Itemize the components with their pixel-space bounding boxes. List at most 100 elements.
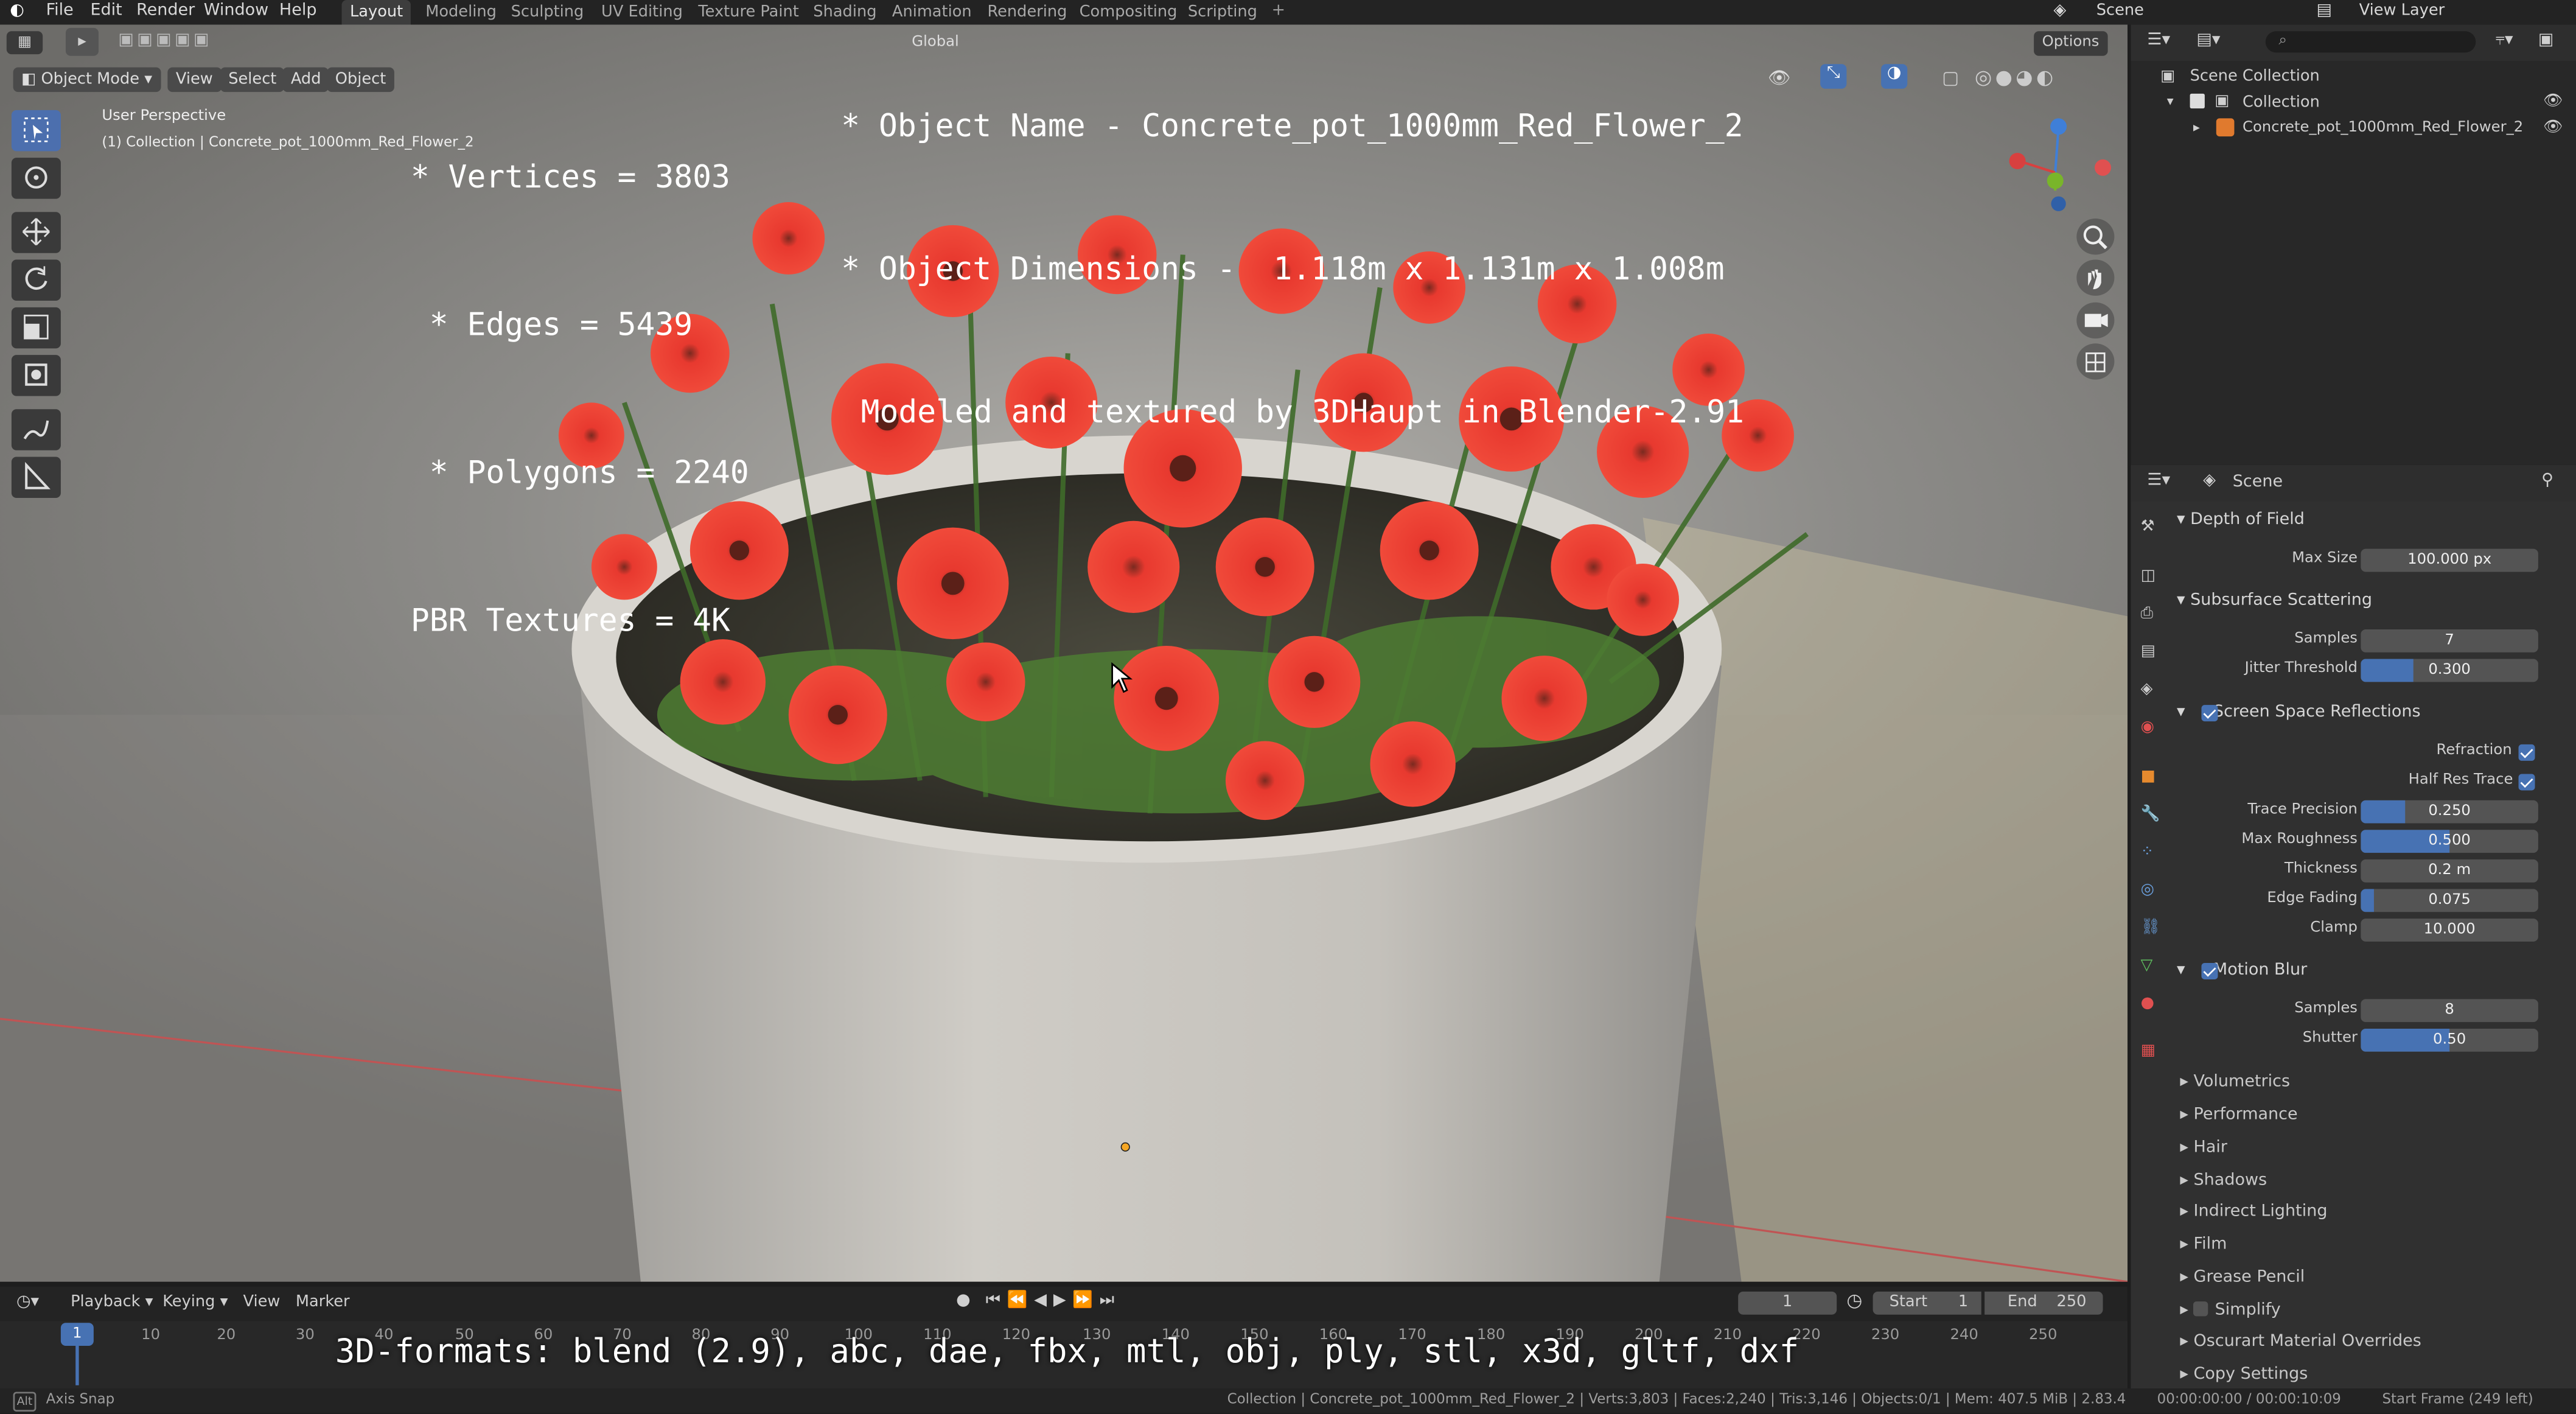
timeline-editor-icon[interactable]: ◷▾ bbox=[16, 1293, 39, 1312]
grease-pencil-panel[interactable]: ▸ Grease Pencil bbox=[2180, 1265, 2305, 1292]
refraction-checkbox[interactable] bbox=[2518, 744, 2535, 761]
3d-viewport[interactable]: ▦ ▸ ▣▣▣▣▣ Global Options ◧ Object Mode ▾… bbox=[0, 24, 2128, 1282]
shading-mode-icons[interactable]: ◎●◕◐ bbox=[1975, 66, 2057, 89]
tab-uv-editing[interactable]: UV Editing bbox=[593, 0, 691, 24]
max-roughness-slider[interactable]: 0.500 bbox=[2361, 830, 2538, 853]
preview-range-icon[interactable]: ◷ bbox=[1846, 1290, 1862, 1311]
half-res-trace-checkbox[interactable] bbox=[2518, 774, 2535, 791]
simplify-checkbox[interactable] bbox=[2193, 1301, 2208, 1317]
modifier-tab-icon[interactable]: 🔧 bbox=[2141, 805, 2167, 831]
grid-view-icon[interactable] bbox=[2076, 343, 2115, 380]
film-panel[interactable]: ▸ Film bbox=[2180, 1233, 2227, 1259]
playhead-line[interactable] bbox=[75, 1345, 79, 1385]
mode-dropdown[interactable]: ◧ Object Mode ▾ bbox=[13, 67, 161, 93]
physics-tab-icon[interactable]: ◎ bbox=[2141, 881, 2167, 907]
max-size-field[interactable]: 100.000 px bbox=[2361, 548, 2538, 572]
playhead-frame-indicator[interactable]: 1 bbox=[60, 1323, 94, 1346]
pin-icon[interactable]: ⚲ bbox=[2541, 472, 2553, 490]
tool-move[interactable] bbox=[11, 212, 61, 253]
options-button[interactable]: Options bbox=[2034, 31, 2107, 56]
tab-compositing[interactable]: Compositing bbox=[1071, 0, 1185, 24]
new-collection-icon[interactable]: ▣ bbox=[2538, 31, 2554, 49]
particles-tab-icon[interactable]: ⁘ bbox=[2141, 843, 2167, 869]
pan-hand-icon[interactable] bbox=[2076, 259, 2115, 296]
scene-tab-icon[interactable]: ◈ bbox=[2141, 681, 2167, 707]
select-menu[interactable]: Select bbox=[220, 67, 285, 93]
start-frame-field[interactable]: Start 1 bbox=[1873, 1291, 1981, 1315]
tab-modeling[interactable]: Modeling bbox=[417, 0, 505, 24]
keying-menu[interactable]: Keying ▾ bbox=[162, 1293, 228, 1312]
current-frame-field[interactable]: 1 bbox=[1738, 1291, 1837, 1315]
tab-shading[interactable]: Shading bbox=[805, 0, 885, 24]
scene-icon[interactable]: ◈ bbox=[2054, 0, 2067, 23]
shutter-slider[interactable]: 0.50 bbox=[2361, 1028, 2538, 1052]
performance-panel[interactable]: ▸ Performance bbox=[2180, 1102, 2297, 1129]
tool-scale[interactable] bbox=[11, 307, 61, 349]
tool-select-box[interactable] bbox=[11, 110, 61, 152]
sss-panel-header[interactable]: ▾ Subsurface Scattering bbox=[2177, 588, 2372, 614]
add-menu[interactable]: Add bbox=[282, 67, 330, 93]
editor-type-icon[interactable]: ▦ bbox=[6, 31, 43, 55]
volumetrics-panel[interactable]: ▸ Volumetrics bbox=[2180, 1069, 2290, 1096]
view-layer-icon[interactable]: ▤ bbox=[2316, 0, 2332, 23]
xray-icon[interactable]: ▢ bbox=[1942, 68, 1959, 89]
menu-edit[interactable]: Edit bbox=[90, 0, 122, 23]
sss-samples-field[interactable]: 7 bbox=[2361, 629, 2538, 653]
menu-window[interactable]: Window bbox=[204, 0, 268, 23]
tab-animation[interactable]: Animation bbox=[884, 0, 980, 24]
menu-file[interactable]: File bbox=[46, 0, 74, 23]
simplify-panel[interactable]: ▸ Simplify bbox=[2180, 1298, 2281, 1325]
data-tab-icon[interactable]: ▽ bbox=[2141, 956, 2167, 982]
record-icon[interactable]: ● bbox=[956, 1292, 971, 1310]
object-menu[interactable]: Object bbox=[327, 67, 394, 93]
tool-transform[interactable] bbox=[11, 355, 61, 396]
constraints-tab-icon[interactable]: ⛓ bbox=[2141, 919, 2167, 945]
visibility-icon[interactable]: 👁 bbox=[1768, 68, 1791, 89]
object-visibility-icon[interactable]: 👁 bbox=[2543, 118, 2563, 136]
display-mode-icon[interactable]: ▤▾ bbox=[2196, 31, 2220, 49]
object-tab-icon[interactable]: ■ bbox=[2141, 768, 2167, 794]
tab-rendering[interactable]: Rendering bbox=[979, 0, 1075, 24]
end-frame-field[interactable]: End 250 bbox=[1984, 1291, 2103, 1315]
select-tool-icon[interactable]: ▸ bbox=[65, 27, 99, 56]
view-layer-name[interactable]: View Layer bbox=[2359, 0, 2445, 23]
collection-expand-icon[interactable]: ▾ bbox=[2167, 94, 2174, 108]
tool-rotate[interactable] bbox=[11, 259, 61, 301]
thickness-field[interactable]: 0.2 m bbox=[2361, 859, 2538, 883]
material-tab-icon[interactable]: ● bbox=[2141, 994, 2167, 1020]
add-workspace-icon[interactable]: + bbox=[1272, 0, 1286, 23]
tab-texture-paint[interactable]: Texture Paint bbox=[690, 0, 808, 24]
scene-collection-label[interactable]: Scene Collection bbox=[2190, 68, 2320, 86]
overlay-toggle-icon[interactable]: ◑ bbox=[1881, 64, 1908, 89]
motion-blur-samples-field[interactable]: 8 bbox=[2361, 999, 2538, 1023]
zoom-icon[interactable] bbox=[2076, 219, 2115, 255]
tool-annotate[interactable] bbox=[11, 409, 61, 450]
marker-menu[interactable]: Marker bbox=[296, 1293, 350, 1312]
output-tab-icon[interactable]: ⎙ bbox=[2141, 604, 2167, 631]
tab-sculpting[interactable]: Sculpting bbox=[503, 0, 592, 24]
object-label[interactable]: Concrete_pot_1000mm_Red_Flower_2 bbox=[2243, 120, 2523, 136]
world-tab-icon[interactable]: ◉ bbox=[2141, 718, 2167, 744]
outliner-editor-icon[interactable]: ☰▾ bbox=[2147, 31, 2170, 49]
view-layer-tab-icon[interactable]: ▤ bbox=[2141, 643, 2167, 669]
ssr-enable-checkbox[interactable] bbox=[2201, 705, 2218, 722]
playback-controls-icon[interactable]: ⏮⏪◀▶⏩⏭ bbox=[986, 1292, 1121, 1310]
filter-icon[interactable]: ⫧▾ bbox=[2496, 31, 2513, 49]
collection-label[interactable]: Collection bbox=[2243, 94, 2320, 112]
blender-logo-icon[interactable]: ◐ bbox=[10, 0, 24, 23]
jitter-threshold-slider[interactable]: 0.300 bbox=[2361, 659, 2538, 682]
edge-fading-slider[interactable]: 0.075 bbox=[2361, 889, 2538, 912]
shadows-panel[interactable]: ▸ Shadows bbox=[2180, 1168, 2267, 1194]
menu-help[interactable]: Help bbox=[279, 0, 317, 23]
properties-editor-icon[interactable]: ☰▾ bbox=[2147, 472, 2170, 490]
menu-render[interactable]: Render bbox=[136, 0, 195, 23]
collection-checkbox[interactable] bbox=[2190, 93, 2205, 109]
timeline-view-menu[interactable]: View bbox=[243, 1293, 281, 1312]
outliner-search-input[interactable]: ⌕ bbox=[2265, 31, 2476, 53]
camera-view-icon[interactable] bbox=[2076, 302, 2115, 339]
tab-scripting[interactable]: Scripting bbox=[1179, 0, 1265, 24]
tab-layout[interactable]: Layout bbox=[341, 0, 411, 25]
scene-name[interactable]: Scene bbox=[2096, 0, 2144, 23]
hair-panel[interactable]: ▸ Hair bbox=[2180, 1135, 2227, 1161]
dof-panel-header[interactable]: ▾ Depth of Field bbox=[2177, 508, 2305, 534]
